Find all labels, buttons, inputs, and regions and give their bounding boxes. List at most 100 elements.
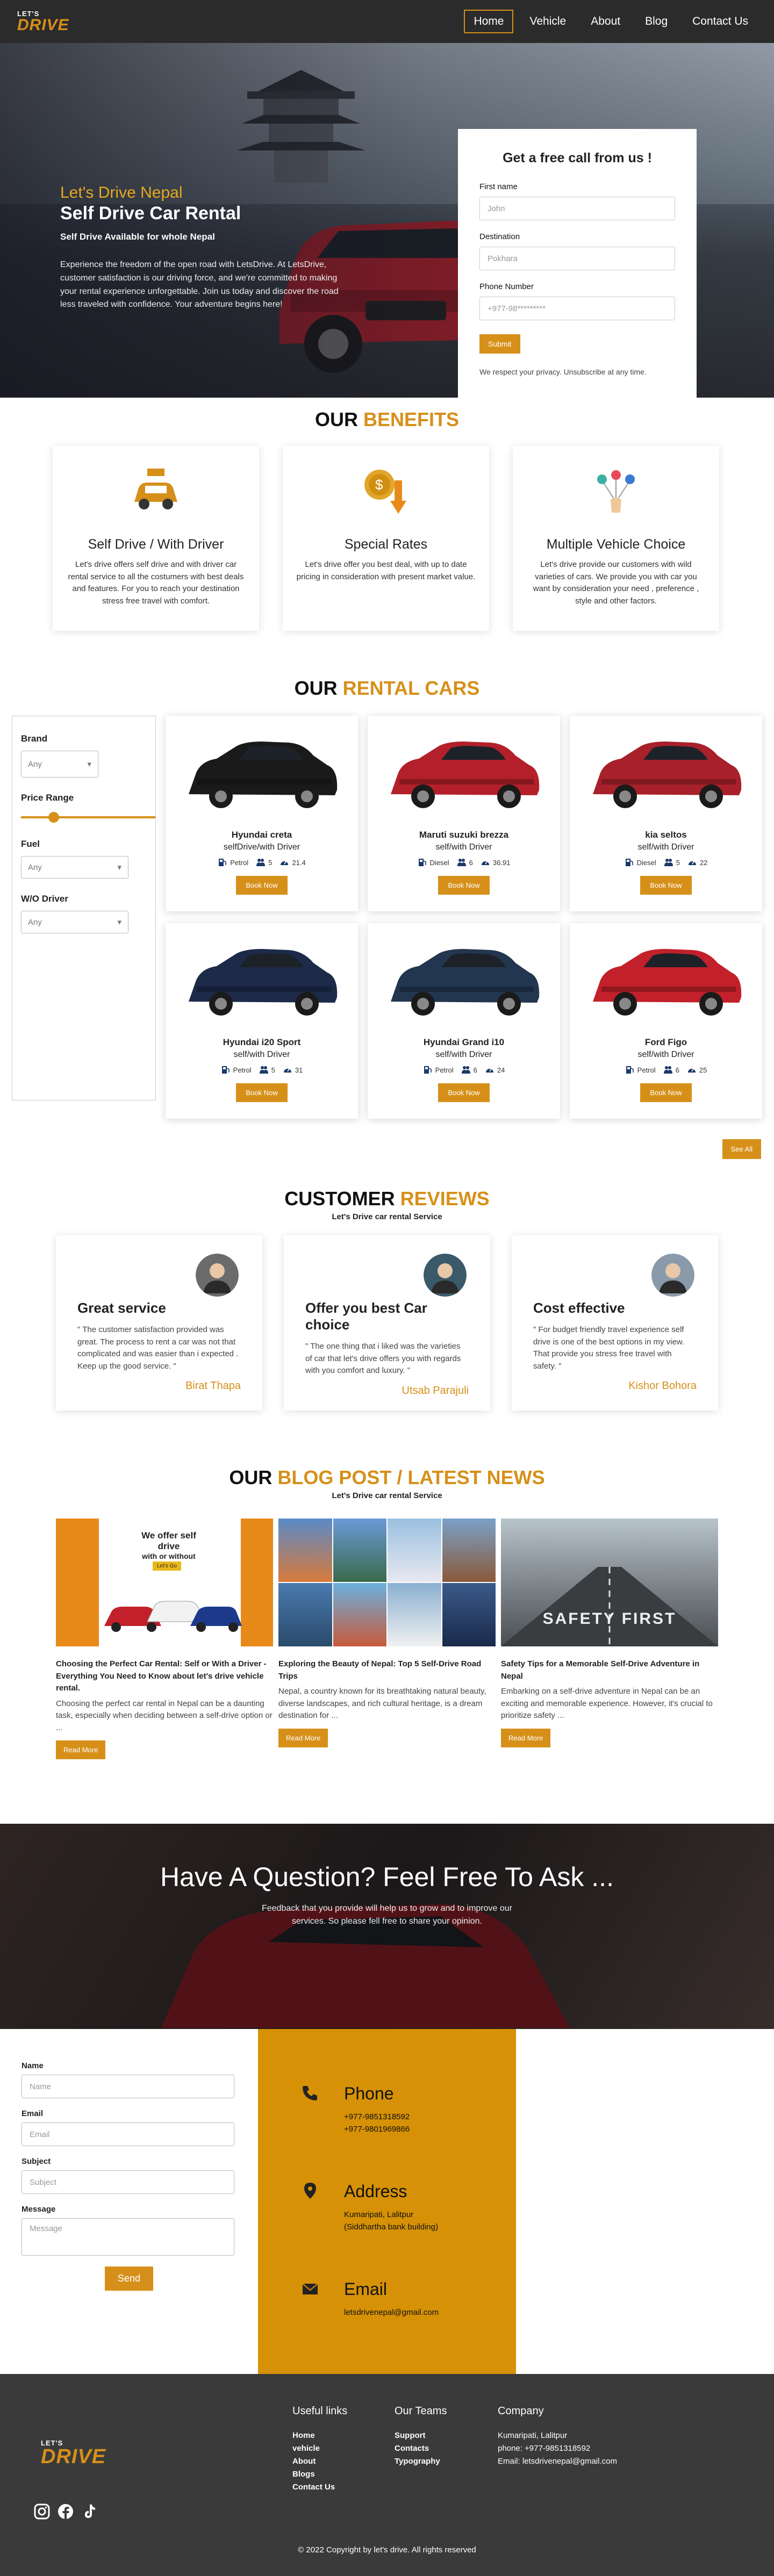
fuel-spec: Diesel	[625, 858, 656, 867]
fuel-value: Petrol	[435, 1066, 454, 1074]
footer-link-contacts[interactable]: Contacts	[395, 2442, 447, 2455]
blog-post-title[interactable]: Exploring the Beauty of Nepal: Top 5 Sel…	[278, 1658, 496, 1682]
fuel-spec: Petrol	[423, 1065, 454, 1075]
subject-label: Subject	[22, 2157, 51, 2166]
submit-button[interactable]: Submit	[479, 334, 520, 354]
nav-blog-link[interactable]: Blog	[636, 11, 676, 32]
name-input[interactable]: Name	[22, 2075, 234, 2098]
driver-select[interactable]: Any ▾	[21, 911, 128, 933]
book-now-button[interactable]: Book Now	[640, 1083, 692, 1102]
see-all-button[interactable]: See All	[722, 1139, 761, 1159]
hero-text-block: Let's Drive Nepal Self Drive Car Rental …	[60, 184, 340, 312]
blog-image[interactable]: SAFETY FIRST	[501, 1519, 718, 1646]
book-now-button[interactable]: Book Now	[640, 876, 692, 895]
brand-select[interactable]: Any ▾	[21, 751, 98, 778]
car-image[interactable]	[171, 724, 353, 821]
footer-link-blogs[interactable]: Blogs	[292, 2468, 347, 2481]
benefit-card: $ Special Rates Let's drive offer you be…	[283, 446, 489, 631]
blog-post-title[interactable]: Safety Tips for a Memorable Self-Drive A…	[501, 1658, 718, 1682]
phone-number-1[interactable]: +977-9851318592	[344, 2111, 473, 2124]
review-text: " The customer satisfaction provided was…	[77, 1325, 239, 1371]
footer-link-home[interactable]: Home	[292, 2429, 347, 2442]
fuel-pump-icon	[424, 1066, 432, 1074]
car-grid: Hyundai creta selfDrive/with Driver Petrol…	[166, 716, 762, 1119]
contact-info-panel: Phone +977-9851318592 +977-9801969866 Ad…	[258, 2029, 516, 2374]
blog-image[interactable]	[278, 1519, 496, 1646]
destination-label: Destination	[479, 232, 520, 241]
tiktok-icon[interactable]	[81, 2503, 98, 2520]
orange-stripe	[241, 1519, 273, 1646]
car-type: self/with Driver	[233, 1050, 290, 1059]
seats-spec: 6	[457, 858, 473, 867]
privacy-note: We respect your privacy. Unsubscribe at …	[479, 368, 647, 376]
footer-link-about[interactable]: About	[292, 2455, 347, 2468]
nav-home-link[interactable]: Home	[464, 10, 514, 33]
read-more-button[interactable]: Read More	[501, 1728, 551, 1747]
facebook-icon[interactable]	[57, 2503, 74, 2520]
nav-contact-link[interactable]: Contact Us	[684, 11, 757, 32]
fuel-value: Petrol	[637, 1066, 656, 1074]
benefit-title: Special Rates	[344, 537, 428, 552]
free-call-heading: Get a free call from us !	[503, 150, 652, 166]
book-now-button[interactable]: Book Now	[438, 876, 490, 895]
fuel-spec: Petrol	[221, 1065, 252, 1075]
phone-number-2[interactable]: +977-9801969866	[344, 2124, 473, 2136]
blog-image-line1: We offer self drive	[141, 1530, 196, 1551]
book-now-button[interactable]: Book Now	[236, 1083, 288, 1102]
subject-input[interactable]: Subject	[22, 2170, 234, 2194]
safety-first-text: SAFETY FIRST	[542, 1610, 677, 1628]
footer-link-typography[interactable]: Typography	[395, 2455, 447, 2468]
read-more-button[interactable]: Read More	[56, 1740, 106, 1759]
instagram-icon[interactable]	[33, 2503, 51, 2520]
mileage-value: 36.91	[492, 858, 511, 867]
car-image[interactable]	[575, 724, 757, 821]
email-input[interactable]: Email	[22, 2122, 234, 2146]
phone-input[interactable]: +977-98*********	[479, 297, 675, 320]
email-address[interactable]: letsdrivenepal@gmail.com	[344, 2307, 473, 2319]
car-specs: Diesel 5 22	[575, 858, 757, 867]
blog-image[interactable]: We offer self drive with or without driv…	[56, 1519, 273, 1646]
car-image[interactable]	[575, 932, 757, 1028]
collage-tile	[333, 1583, 386, 1646]
contact-section: Name Name Email Email Subject Subject Me…	[0, 2029, 774, 2374]
mileage-value: 24	[497, 1066, 505, 1074]
nav-vehicle-link[interactable]: Vehicle	[521, 11, 575, 32]
footer-link-support[interactable]: Support	[395, 2429, 447, 2442]
book-now-button[interactable]: Book Now	[236, 876, 288, 895]
blog-post-excerpt: Nepal, a country known for its breathtak…	[278, 1687, 486, 1720]
mileage-spec: 31	[283, 1065, 303, 1075]
book-now-button[interactable]: Book Now	[438, 1083, 490, 1102]
reviews-title-accent: REVIEWS	[400, 1188, 490, 1210]
car-trio-image	[104, 1601, 242, 1632]
site-logo[interactable]: LET'S DRIVE	[17, 10, 69, 33]
car-specs: Petrol 6 24	[373, 1065, 555, 1075]
footer-link-contact[interactable]: Contact Us	[292, 2481, 347, 2494]
first-name-label: First name	[479, 182, 518, 191]
mileage-spec: 25	[687, 1065, 707, 1075]
fuel-select[interactable]: Any ▾	[21, 856, 128, 879]
fuel-spec: Petrol	[218, 858, 248, 867]
location-pin-icon	[304, 2183, 316, 2199]
seats-spec: 5	[664, 858, 680, 867]
footer-logo-bottom: DRIVE	[41, 2445, 106, 2468]
read-more-button[interactable]: Read More	[278, 1728, 328, 1747]
first-name-input[interactable]: John	[479, 197, 675, 220]
reviews-section: CUSTOMER REVIEWS Let's Drive car rental …	[0, 1188, 774, 1411]
car-image[interactable]	[171, 932, 353, 1028]
price-range-slider[interactable]	[21, 811, 155, 824]
company-column: Company Kumaripati, Lalitpur phone: +977…	[498, 2405, 617, 2468]
destination-input[interactable]: Pokhara	[479, 247, 675, 270]
car-image[interactable]	[373, 724, 555, 821]
blog-post-title[interactable]: Choosing the Perfect Car Rental: Self or…	[56, 1658, 273, 1695]
car-image[interactable]	[373, 932, 555, 1028]
nav-about-link[interactable]: About	[582, 11, 629, 32]
seats-people-icon	[457, 859, 466, 866]
price-slider-handle[interactable]	[48, 812, 59, 823]
footer-link-vehicle[interactable]: vehicle	[292, 2442, 347, 2455]
blog-image-badge: Let's Go	[153, 1562, 181, 1571]
message-textarea[interactable]: Message	[22, 2218, 234, 2256]
company-email: Email: letsdrivenepal@gmail.com	[498, 2457, 617, 2466]
footer-logo[interactable]: LET'S DRIVE	[41, 2440, 106, 2467]
car-specs: Petrol 5 21.4	[171, 858, 353, 867]
send-button[interactable]: Send	[105, 2266, 153, 2291]
